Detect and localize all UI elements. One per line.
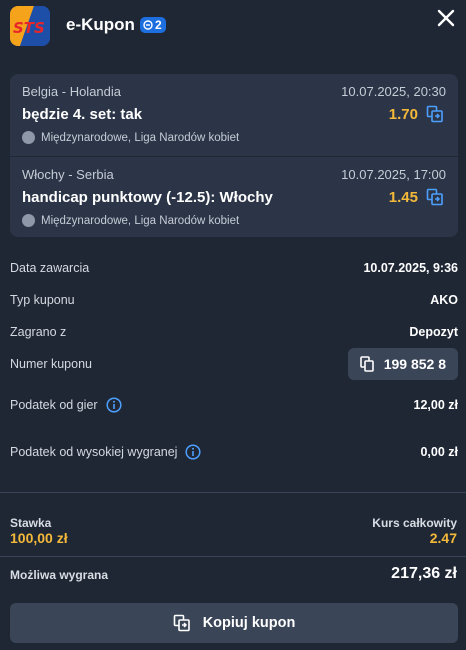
info-icon[interactable] [185, 444, 202, 460]
type-value: AKO [430, 293, 458, 307]
copy-coupon-button[interactable]: Kopiuj kupon [10, 603, 458, 643]
detail-row-date: Data zawarcia 10.07.2025, 9:36 [10, 256, 458, 280]
league-name: Międzynarodowe, Liga Narodów kobiet [41, 131, 240, 144]
copy-icon [359, 356, 374, 372]
close-icon[interactable] [436, 8, 456, 28]
tax-value: 12,00 zł [413, 398, 458, 412]
league-info: Międzynarodowe, Liga Narodów kobiet [22, 131, 239, 144]
high-tax-label: Podatek od wysokiej wygranej [10, 445, 178, 459]
coupon-number: 199 852 8 [383, 356, 446, 372]
header: STS e-Kupon 2 [0, 0, 466, 56]
copy-coupon-icon [173, 614, 190, 632]
swap-icon[interactable] [426, 188, 444, 206]
match-name: Belgia - Holandia [22, 84, 122, 99]
number-label: Numer kuponu [10, 357, 92, 371]
detail-row-number: Numer kuponu 199 852 8 [10, 348, 458, 380]
bet-pick: handicap punktowy (-12.5): Włochy [22, 189, 273, 206]
played-value: Depozyt [409, 325, 458, 339]
date-label: Data zawarcia [10, 261, 90, 275]
detail-row-tax: Podatek od gier 12,00 zł [10, 393, 458, 417]
bet-pick: będzie 4. set: tak [22, 106, 143, 123]
detail-row-type: Typ kuponu AKO [10, 288, 458, 312]
bet-count-badge: 2 [140, 17, 166, 33]
high-tax-value: 0,00 zł [420, 445, 458, 459]
league-info: Międzynarodowe, Liga Narodów kobiet [22, 214, 239, 227]
bet-list: Belgia - Holandia 10.07.2025, 20:30 będz… [10, 74, 458, 237]
badge-count: 2 [155, 18, 162, 32]
bet-item[interactable]: Włochy - Serbia 10.07.2025, 17:00 handic… [10, 156, 458, 237]
total-odds-label: Kurs całkowity [372, 516, 457, 530]
divider [0, 492, 466, 493]
played-label: Zagrano z [10, 325, 67, 339]
page-title: e-Kupon [66, 15, 135, 34]
tax-label: Podatek od gier [10, 398, 98, 412]
match-name: Włochy - Serbia [22, 167, 114, 182]
bet-item[interactable]: Belgia - Holandia 10.07.2025, 20:30 będz… [10, 74, 458, 154]
ticket-icon [143, 20, 153, 30]
league-name: Międzynarodowe, Liga Narodów kobiet [41, 214, 240, 227]
match-date: 10.07.2025, 17:00 [341, 167, 446, 182]
swap-icon[interactable] [426, 105, 444, 123]
bet-odds: 1.45 [388, 189, 418, 206]
possible-win-value: 217,36 zł [391, 565, 457, 582]
info-icon[interactable] [106, 397, 122, 413]
match-date: 10.07.2025, 20:30 [341, 84, 446, 99]
total-odds-value: 2.47 [429, 530, 457, 546]
divider [0, 556, 466, 557]
logo-text: STS [13, 19, 45, 37]
date-value: 10.07.2025, 9:36 [363, 261, 458, 275]
detail-row-high-tax: Podatek od wysokiej wygranej 0,00 zł [10, 440, 458, 464]
copy-coupon-label: Kopiuj kupon [202, 615, 296, 631]
stake-value: 100,00 zł [10, 530, 68, 546]
coupon-number-button[interactable]: 199 852 8 [347, 348, 458, 380]
sts-logo: STS [10, 6, 50, 46]
type-label: Typ kuponu [10, 293, 75, 307]
possible-win-label: Możliwa wygrana [10, 568, 109, 582]
volleyball-icon [22, 131, 35, 144]
stake-label: Stawka [10, 516, 52, 530]
detail-row-played: Zagrano z Depozyt [10, 320, 458, 344]
volleyball-icon [22, 214, 35, 227]
bet-odds: 1.70 [388, 106, 418, 123]
